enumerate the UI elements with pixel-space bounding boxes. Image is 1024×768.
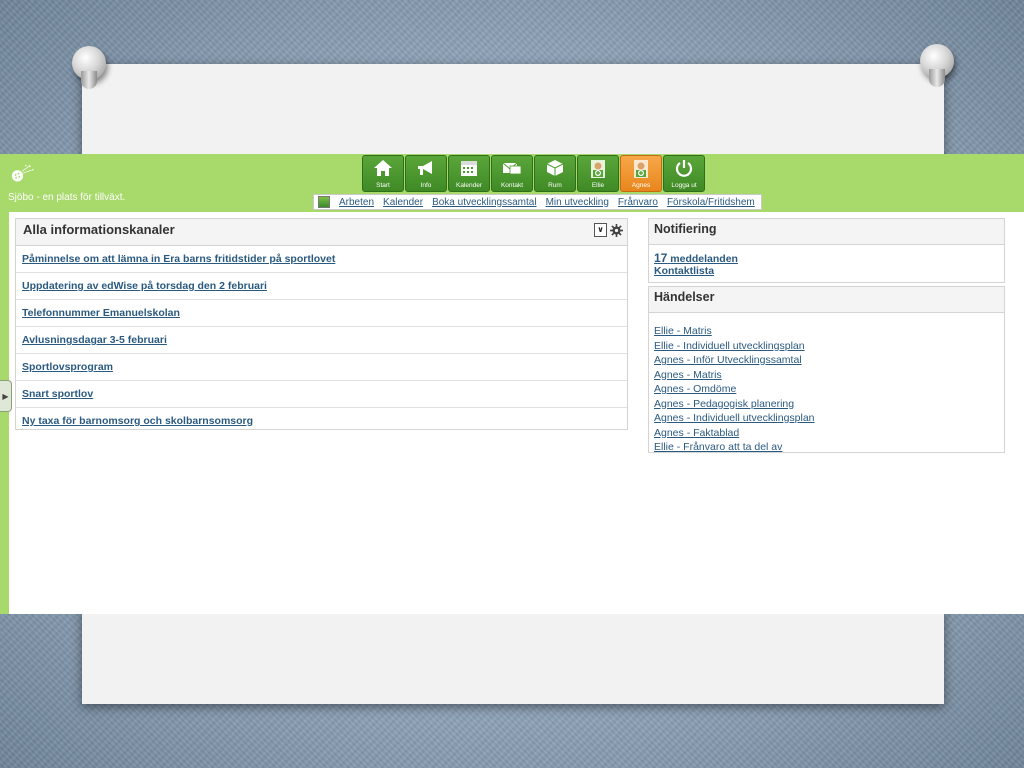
left-rail xyxy=(0,212,9,614)
nav-info-button[interactable]: Info xyxy=(405,155,447,192)
main-nav: Start Info Kalender Kontakt Rum Ellie Ag… xyxy=(362,155,705,192)
nav-label: Start xyxy=(376,182,390,189)
list-item: Påminnelse om att lämna in Era barns fri… xyxy=(16,246,627,273)
nav-rum-button[interactable]: Rum xyxy=(534,155,576,192)
list-item: Agnes - Omdöme xyxy=(654,379,999,395)
events-list: Ellie - Matris Ellie - Individuell utvec… xyxy=(649,313,1004,453)
pushpin-left-icon xyxy=(72,46,106,89)
list-item: Agnes - Individuell utvecklingsplan xyxy=(654,408,999,424)
nav-label: Agnes xyxy=(631,182,651,189)
nav-logout-button[interactable]: Logga ut xyxy=(663,155,705,192)
news-link[interactable]: Avlusningsdagar 3-5 februari xyxy=(22,334,167,346)
subnav-arbeten-link[interactable]: Arbeten xyxy=(339,197,374,208)
messages-link[interactable]: 17 meddelanden xyxy=(654,252,999,265)
news-link[interactable]: Ny taxa för barnomsorg och skolbarnsomso… xyxy=(22,415,253,427)
news-link[interactable]: Uppdatering av edWise på torsdag den 2 f… xyxy=(22,280,267,292)
user-icon xyxy=(634,160,648,178)
list-item: Agnes - Matris xyxy=(654,365,999,381)
power-icon xyxy=(675,160,693,177)
news-list: Påminnelse om att lämna in Era barns fri… xyxy=(16,246,627,434)
info-channels-panel: Alla informationskanaler ∨ Påminnelse om… xyxy=(15,218,628,430)
nav-label: Logga ut xyxy=(671,182,697,189)
list-item: Telefonnummer Emanuelskolan xyxy=(16,300,627,327)
list-item: Agnes - Pedagogisk planering xyxy=(654,394,999,410)
panel-title: Händelser xyxy=(649,287,1004,313)
list-item: Ellie - Frånvaro att ta del av xyxy=(654,437,999,453)
event-link[interactable]: Ellie - Frånvaro att ta del av xyxy=(654,441,782,453)
panel-title: Notifiering xyxy=(649,219,1004,245)
mail-icon xyxy=(502,162,522,175)
list-item: Snart sportlov xyxy=(16,381,627,408)
home-icon xyxy=(374,160,392,176)
sub-nav: Arbeten Kalender Boka utvecklingssamtal … xyxy=(313,194,762,210)
list-item: Agnes - Faktablad xyxy=(654,423,999,439)
news-link[interactable]: Sportlovsprogram xyxy=(22,361,113,373)
gear-icon[interactable] xyxy=(610,223,623,237)
news-link[interactable]: Snart sportlov xyxy=(22,388,93,400)
cube-icon xyxy=(546,160,564,176)
message-count: 17 xyxy=(654,251,668,265)
pushpin-right-icon xyxy=(920,44,954,87)
list-item: Ny taxa för barnomsorg och skolbarnsomso… xyxy=(16,408,627,434)
logo-icon xyxy=(11,164,34,182)
nav-label: Kontakt xyxy=(500,182,524,189)
nav-start-button[interactable]: Start xyxy=(362,155,404,192)
nav-label: Kalender xyxy=(455,182,483,189)
contact-list-link[interactable]: Kontaktlista xyxy=(654,265,999,277)
list-item: Ellie - Individuell utvecklingsplan xyxy=(654,336,999,352)
thumbnail-icon xyxy=(318,196,330,208)
megaphone-icon xyxy=(418,161,432,175)
header-bar: Sjöbo - en plats för tillväxt. Start Inf… xyxy=(0,154,1024,212)
channel-dropdown[interactable]: ∨ xyxy=(594,223,607,237)
calendar-icon xyxy=(461,161,477,176)
panel-title: Alla informationskanaler xyxy=(23,222,175,237)
panel-header: Alla informationskanaler ∨ xyxy=(16,219,627,246)
subnav-boka-link[interactable]: Boka utvecklingssamtal xyxy=(432,197,537,208)
news-link[interactable]: Telefonnummer Emanuelskolan xyxy=(22,307,180,319)
logo[interactable]: Sjöbo - en plats för tillväxt. xyxy=(8,156,148,206)
logo-text: Sjöbo - en plats för tillväxt. xyxy=(8,192,126,203)
nav-agnes-button[interactable]: Agnes xyxy=(620,155,662,192)
nav-label: Rum xyxy=(548,182,562,189)
list-item: Sportlovsprogram xyxy=(16,354,627,381)
list-item: Uppdatering av edWise på torsdag den 2 f… xyxy=(16,273,627,300)
nav-ellie-button[interactable]: Ellie xyxy=(577,155,619,192)
chevron-right-icon: ▶ xyxy=(2,391,9,401)
nav-kontakt-button[interactable]: Kontakt xyxy=(491,155,533,192)
subnav-forskola-link[interactable]: Förskola/Fritidshem xyxy=(667,197,755,208)
nav-label: Info xyxy=(420,182,432,189)
list-item: Agnes - Inför Utvecklingssamtal xyxy=(654,350,999,366)
news-link[interactable]: Påminnelse om att lämna in Era barns fri… xyxy=(22,253,335,265)
messages-label: meddelanden xyxy=(670,253,738,265)
app-screen: Sjöbo - en plats för tillväxt. Start Inf… xyxy=(0,154,1024,614)
list-item: Avlusningsdagar 3-5 februari xyxy=(16,327,627,354)
events-panel: Händelser Ellie - Matris Ellie - Individ… xyxy=(648,286,1005,453)
nav-label: Ellie xyxy=(591,182,605,189)
panel-controls: ∨ xyxy=(594,223,623,237)
subnav-min-utveckling-link[interactable]: Min utveckling xyxy=(546,197,609,208)
expand-sidebar-handle[interactable]: ▶ xyxy=(0,380,12,412)
nav-kalender-button[interactable]: Kalender xyxy=(448,155,490,192)
notification-body: 17 meddelanden Kontaktlista xyxy=(649,245,1004,284)
subnav-franvaro-link[interactable]: Frånvaro xyxy=(618,197,658,208)
user-icon xyxy=(591,160,605,178)
notification-panel: Notifiering 17 meddelanden Kontaktlista xyxy=(648,218,1005,283)
subnav-kalender-link[interactable]: Kalender xyxy=(383,197,423,208)
list-item: Ellie - Matris xyxy=(654,321,999,337)
